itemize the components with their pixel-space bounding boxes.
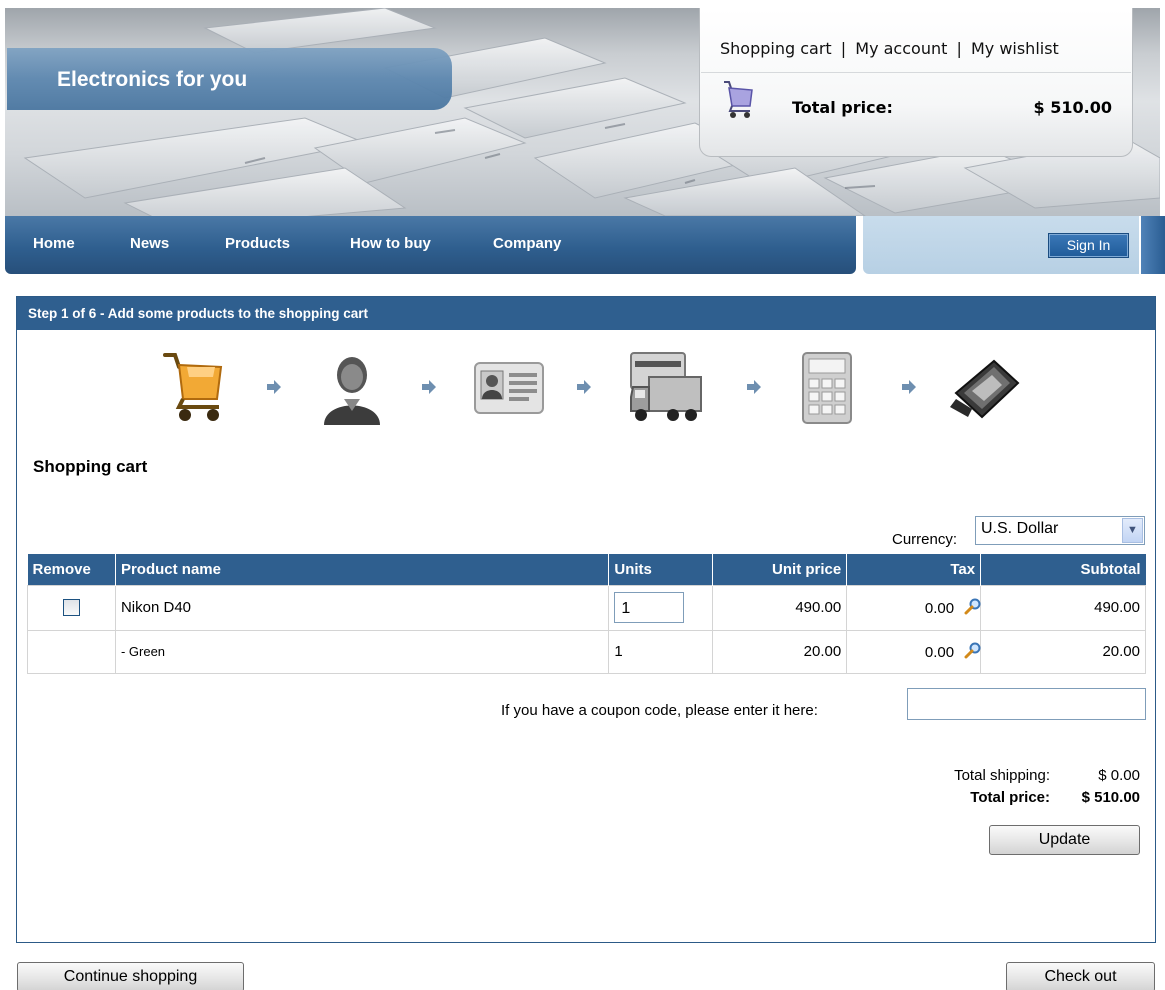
nav-products[interactable]: Products [225, 235, 290, 252]
currency-select[interactable]: U.S. Dollar ▼ [975, 516, 1145, 545]
my-wishlist-link[interactable]: My wishlist [971, 39, 1059, 58]
sign-in-button[interactable]: Sign In [1048, 233, 1129, 258]
arrow-right-icon [747, 380, 761, 394]
price-total-value: $ 510.00 [1081, 789, 1140, 806]
col-header-remove: Remove [27, 554, 116, 585]
order-totals: Total shipping: $ 0.00 Total price: $ 51… [860, 767, 1140, 811]
product-option-name: - Green [114, 629, 610, 674]
account-links: Shopping cart | My account | My wishlist [720, 39, 1059, 58]
section-title: Shopping cart [33, 457, 148, 476]
payment-step-icon[interactable] [942, 347, 1022, 427]
sign-in-edge [1141, 216, 1165, 274]
magnifier-icon[interactable] [964, 598, 981, 615]
mini-cart-total-label: Total price: [792, 98, 893, 117]
magnifier-icon[interactable] [964, 642, 981, 659]
tax-value: 0.00 [924, 644, 955, 661]
continue-shopping-button[interactable]: Continue shopping [17, 962, 244, 990]
price-total-row: Total price: $ 510.00 [860, 789, 1140, 811]
units-value: 1 [608, 629, 714, 674]
update-button[interactable]: Update [989, 825, 1140, 855]
my-account-link[interactable]: My account [855, 39, 947, 58]
remove-checkbox[interactable] [62, 599, 80, 617]
nav-news[interactable]: News [130, 235, 169, 252]
col-header-unit-price: Unit price [712, 554, 848, 585]
step-header: Step 1 of 6 - Add some products to the s… [17, 297, 1155, 330]
shipping-step-icon[interactable] [627, 347, 707, 427]
col-header-product: Product name [115, 554, 610, 585]
main-navigation: Home News Products How to buy Company [5, 216, 856, 274]
shopping-cart-link[interactable]: Shopping cart [720, 39, 832, 58]
unit-price: 490.00 [712, 584, 848, 631]
cart-table: Remove Product name Units Unit price Tax… [27, 554, 1146, 674]
checkout-panel: Step 1 of 6 - Add some products to the s… [16, 296, 1156, 943]
arrow-right-icon [267, 380, 281, 394]
subtotal: 490.00 [980, 584, 1146, 631]
check-out-button[interactable]: Check out [1006, 962, 1155, 990]
col-header-subtotal: Subtotal [980, 554, 1146, 585]
cart-step-icon[interactable] [157, 347, 237, 427]
mini-cart-total-value: $ 510.00 [1033, 98, 1112, 117]
nav-company[interactable]: Company [493, 235, 561, 252]
arrow-right-icon [902, 380, 916, 394]
subtotal: 20.00 [980, 629, 1146, 674]
arrow-right-icon [577, 380, 591, 394]
address-step-icon[interactable] [467, 347, 547, 427]
nav-how-to-buy[interactable]: How to buy [350, 235, 431, 252]
chevron-down-icon[interactable]: ▼ [1122, 518, 1143, 543]
shopping-cart-icon[interactable] [720, 78, 756, 120]
col-header-tax: Tax [846, 554, 982, 585]
nav-home[interactable]: Home [33, 235, 75, 252]
currency-label: Currency: [892, 531, 958, 548]
product-name: Nikon D40 [114, 584, 610, 631]
unit-price: 20.00 [712, 629, 848, 674]
calculator-step-icon[interactable] [787, 347, 867, 427]
shipping-total-label: Total shipping: [954, 767, 1050, 784]
mini-cart-panel: Shopping cart | My account | My wishlist… [699, 8, 1133, 157]
price-total-label: Total price: [970, 789, 1050, 806]
checkout-steps [157, 347, 1057, 427]
units-input[interactable]: 1 [614, 592, 685, 623]
shipping-total-value: $ 0.00 [1098, 767, 1140, 784]
table-row: - Green 1 20.00 0.00 20.00 [27, 629, 1146, 674]
tax-value: 0.00 [924, 600, 955, 617]
col-header-units: Units [608, 554, 714, 585]
coupon-input[interactable] [907, 688, 1146, 720]
link-separator: | [956, 39, 962, 58]
coupon-label: If you have a coupon code, please enter … [501, 702, 818, 719]
table-row: Nikon D40 1 490.00 0.00 490.00 [27, 584, 1146, 631]
header-banner: Electronics for you Shopping cart | My a… [5, 8, 1160, 216]
shipping-total-row: Total shipping: $ 0.00 [860, 767, 1140, 789]
link-separator: | [840, 39, 847, 58]
site-title: Electronics for you [57, 68, 248, 91]
mini-cart-divider [701, 72, 1131, 73]
arrow-right-icon [422, 380, 436, 394]
currency-value: U.S. Dollar [981, 520, 1059, 537]
customer-step-icon[interactable] [312, 347, 392, 427]
